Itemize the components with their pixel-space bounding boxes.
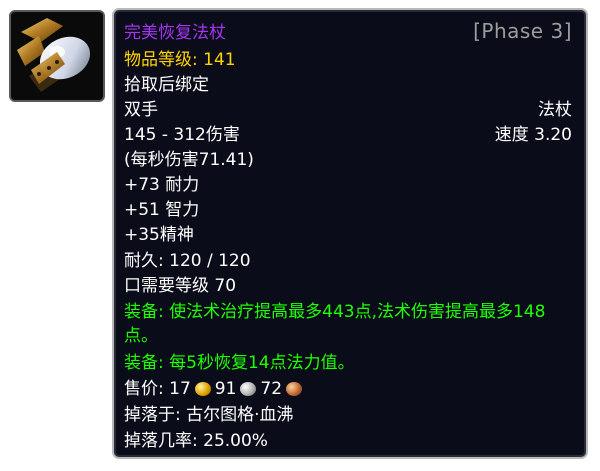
copper-coin-icon	[286, 382, 303, 396]
silver-coin-icon	[240, 382, 257, 396]
stat-spirit: +35精神	[124, 225, 194, 245]
drop-source: 掉落于: 古尔图格·血沸	[124, 405, 294, 425]
copper-amount: 72	[260, 379, 283, 399]
gold-coin-icon	[194, 382, 211, 396]
weapon-speed: 速度 3.20	[494, 125, 572, 145]
weapon-type: 法杖	[538, 100, 572, 120]
item-name: 完美恢复法杖	[124, 23, 226, 43]
stat-intellect: +51 智力	[124, 200, 200, 220]
sell-price-label: 售价:	[124, 379, 170, 399]
item-tooltip: 完美恢复法杖 [Phase 3] 物品等级: 141 拾取后绑定 双手 法杖 1…	[112, 8, 588, 459]
durability: 耐久: 120 / 120	[124, 251, 251, 271]
item-level-label: 物品等级:	[124, 50, 204, 70]
drop-rate: 掉落几率: 25.00%	[124, 431, 268, 451]
staff-item-icon	[11, 12, 103, 100]
silver-amount: 91	[214, 379, 237, 399]
hand-type: 双手	[124, 100, 158, 120]
stat-stamina: +73 耐力	[124, 175, 200, 195]
phase-label: [Phase 3]	[473, 19, 572, 43]
bind-type: 拾取后绑定	[124, 75, 209, 95]
equip-effect-healing: 装备: 使法术治疗提高最多443点,法术伤害提高最多148点。	[124, 302, 546, 346]
sell-price: 售价: 17 91 72	[124, 378, 306, 400]
damage-per-second: (每秒伤害71.41)	[124, 150, 254, 170]
item-icon-frame[interactable]	[9, 10, 105, 102]
equip-effect-mana-regen: 装备: 每5秒恢复14点法力值。	[124, 353, 355, 373]
required-level: 口需要等级 70	[124, 276, 237, 296]
item-level: 物品等级: 141	[124, 49, 236, 71]
item-level-value: 141	[203, 50, 236, 70]
gold-amount: 17	[169, 379, 191, 399]
damage-range: 145 - 312伤害	[124, 125, 240, 145]
